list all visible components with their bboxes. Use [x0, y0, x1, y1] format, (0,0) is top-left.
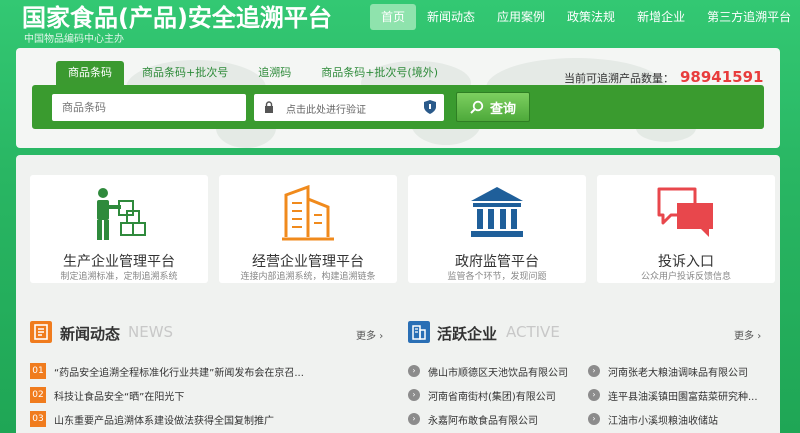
tab-barcode-batch[interactable]: 商品条码+批次号	[130, 61, 240, 85]
main-nav: 首页 新闻动态 应用案例 政策法规 新增企业 第三方追溯平台	[370, 4, 800, 30]
enterprise-name: 佛山市顺德区天池饮品有限公司	[428, 367, 568, 379]
platform-subtitle: 监管各个环节，发现问题	[447, 272, 547, 282]
news-more-label: 更多	[356, 331, 376, 342]
worker-boxes-icon	[97, 188, 146, 240]
active-section-title-en: ACTIVE	[506, 323, 560, 341]
news-section-title-en: NEWS	[128, 323, 174, 341]
main-content: 生产企业管理平台 制定追溯标准，定制追溯系统 经营企业管理平台 连接内部追溯系统…	[16, 155, 780, 433]
platform-government[interactable]: 政府监管平台 监管各个环节，发现问题	[408, 175, 586, 283]
enterprise-name: 河南省南街村(集团)有限公司	[428, 391, 556, 403]
platform-title: 经营企业管理平台	[252, 254, 364, 270]
search-bar: 点击此处进行验证 查询	[32, 85, 764, 129]
nav-third-party[interactable]: 第三方追溯平台	[696, 4, 800, 30]
search-button-label: 查询	[489, 101, 516, 117]
news-item-number: 02	[30, 387, 46, 403]
chevron-right-icon: ›	[757, 331, 762, 342]
tab-barcode-batch-overseas[interactable]: 商品条码+批次号(境外)	[309, 61, 450, 85]
enterprise-name: 连平县油溪镇田園富菇菜研究种...	[608, 391, 758, 403]
government-icon	[471, 187, 523, 237]
search-panel: 商品条码 商品条码+批次号 追溯码 商品条码+批次号(境外) 当前可追溯产品数量…	[16, 48, 780, 148]
active-more-link[interactable]: 更多 ›	[734, 327, 761, 342]
platform-subtitle: 公众用户投诉反馈信息	[640, 272, 731, 282]
traceable-count-value: 98941591	[680, 68, 764, 86]
search-tabs: 商品条码 商品条码+批次号 追溯码 商品条码+批次号(境外)	[56, 61, 456, 85]
tab-barcode[interactable]: 商品条码	[56, 61, 124, 85]
platform-subtitle: 制定追溯标准，定制追溯系统	[60, 272, 178, 282]
news-section-title: 新闻动态	[60, 325, 121, 343]
nav-news[interactable]: 新闻动态	[416, 4, 486, 30]
verify-field[interactable]: 点击此处进行验证	[254, 94, 444, 121]
platform-complaint[interactable]: 投诉入口 公众用户投诉反馈信息	[597, 175, 775, 283]
site-logo-subtitle: 中国物品编码中心主办	[24, 34, 124, 45]
arrow-right-icon: ›	[588, 413, 600, 425]
chevron-right-icon: ›	[379, 331, 384, 342]
platform-title: 投诉入口	[658, 254, 714, 270]
nav-cases[interactable]: 应用案例	[486, 4, 556, 30]
news-item-number: 01	[30, 363, 46, 379]
arrow-right-icon: ›	[408, 413, 420, 425]
platform-business[interactable]: 经营企业管理平台 连接内部追溯系统，构建追溯链条	[219, 175, 397, 283]
enterprise-item[interactable]: › 佛山市顺德区天池饮品有限公司	[408, 362, 568, 380]
shield-icon	[424, 100, 436, 114]
enterprise-icon	[408, 321, 430, 343]
enterprise-name: 永嘉阿布敢食品有限公司	[428, 415, 538, 427]
search-button[interactable]: 查询	[456, 92, 530, 122]
platform-subtitle: 连接内部追溯系统，构建追溯链条	[240, 272, 376, 282]
platform-production[interactable]: 生产企业管理平台 制定追溯标准，定制追溯系统	[30, 175, 208, 283]
enterprise-item[interactable]: › 河南省南街村(集团)有限公司	[408, 386, 556, 404]
enterprise-item[interactable]: › 河南张老大粮油调味品有限公司	[588, 362, 748, 380]
enterprise-name: 江油市小溪坝粮油收储站	[608, 415, 718, 427]
verify-placeholder: 点击此处进行验证	[286, 105, 366, 116]
news-icon	[30, 321, 52, 343]
nav-policy[interactable]: 政策法规	[556, 4, 626, 30]
arrow-right-icon: ›	[588, 365, 600, 377]
news-more-link[interactable]: 更多 ›	[356, 327, 383, 342]
news-item[interactable]: 02 科技让食品安全“晒”在阳光下	[30, 386, 184, 404]
active-section-title: 活跃企业	[437, 325, 498, 343]
arrow-right-icon: ›	[408, 365, 420, 377]
news-item-text: 科技让食品安全“晒”在阳光下	[54, 391, 185, 403]
barcode-input[interactable]	[52, 94, 246, 121]
news-item[interactable]: 01 “药品安全追溯全程标准化行业共建”新闻发布会在京召...	[30, 362, 304, 380]
nav-home[interactable]: 首页	[370, 4, 417, 30]
platform-title: 政府监管平台	[455, 254, 539, 270]
traceable-count-label: 当前可追溯产品数量：	[564, 72, 674, 85]
news-item[interactable]: 03 山东重要产品追溯体系建设做法获得全国复制推广	[30, 410, 274, 428]
enterprise-name: 河南张老大粮油调味品有限公司	[608, 367, 748, 379]
arrow-right-icon: ›	[588, 389, 600, 401]
chat-bubbles-icon	[657, 187, 713, 237]
tab-trace-code[interactable]: 追溯码	[246, 61, 303, 85]
platform-title: 生产企业管理平台	[63, 254, 175, 270]
enterprise-item[interactable]: › 永嘉阿布敢食品有限公司	[408, 410, 538, 428]
buildings-icon	[282, 185, 334, 241]
news-item-number: 03	[30, 411, 46, 427]
news-item-text: 山东重要产品追溯体系建设做法获得全国复制推广	[54, 415, 274, 427]
traceable-count: 当前可追溯产品数量： 98941591	[564, 68, 764, 86]
arrow-right-icon: ›	[408, 389, 420, 401]
enterprise-item[interactable]: › 江油市小溪坝粮油收储站	[588, 410, 718, 428]
news-item-text: “药品安全追溯全程标准化行业共建”新闻发布会在京召...	[54, 367, 304, 379]
active-more-label: 更多	[734, 331, 754, 342]
enterprise-item[interactable]: › 连平县油溪镇田園富菇菜研究种...	[588, 386, 758, 404]
nav-new-enterprises[interactable]: 新增企业	[626, 4, 696, 30]
lock-icon	[265, 101, 273, 113]
magnifier-icon	[470, 100, 484, 114]
site-logo-title[interactable]: 国家食品(产品)安全追溯平台	[22, 4, 332, 32]
